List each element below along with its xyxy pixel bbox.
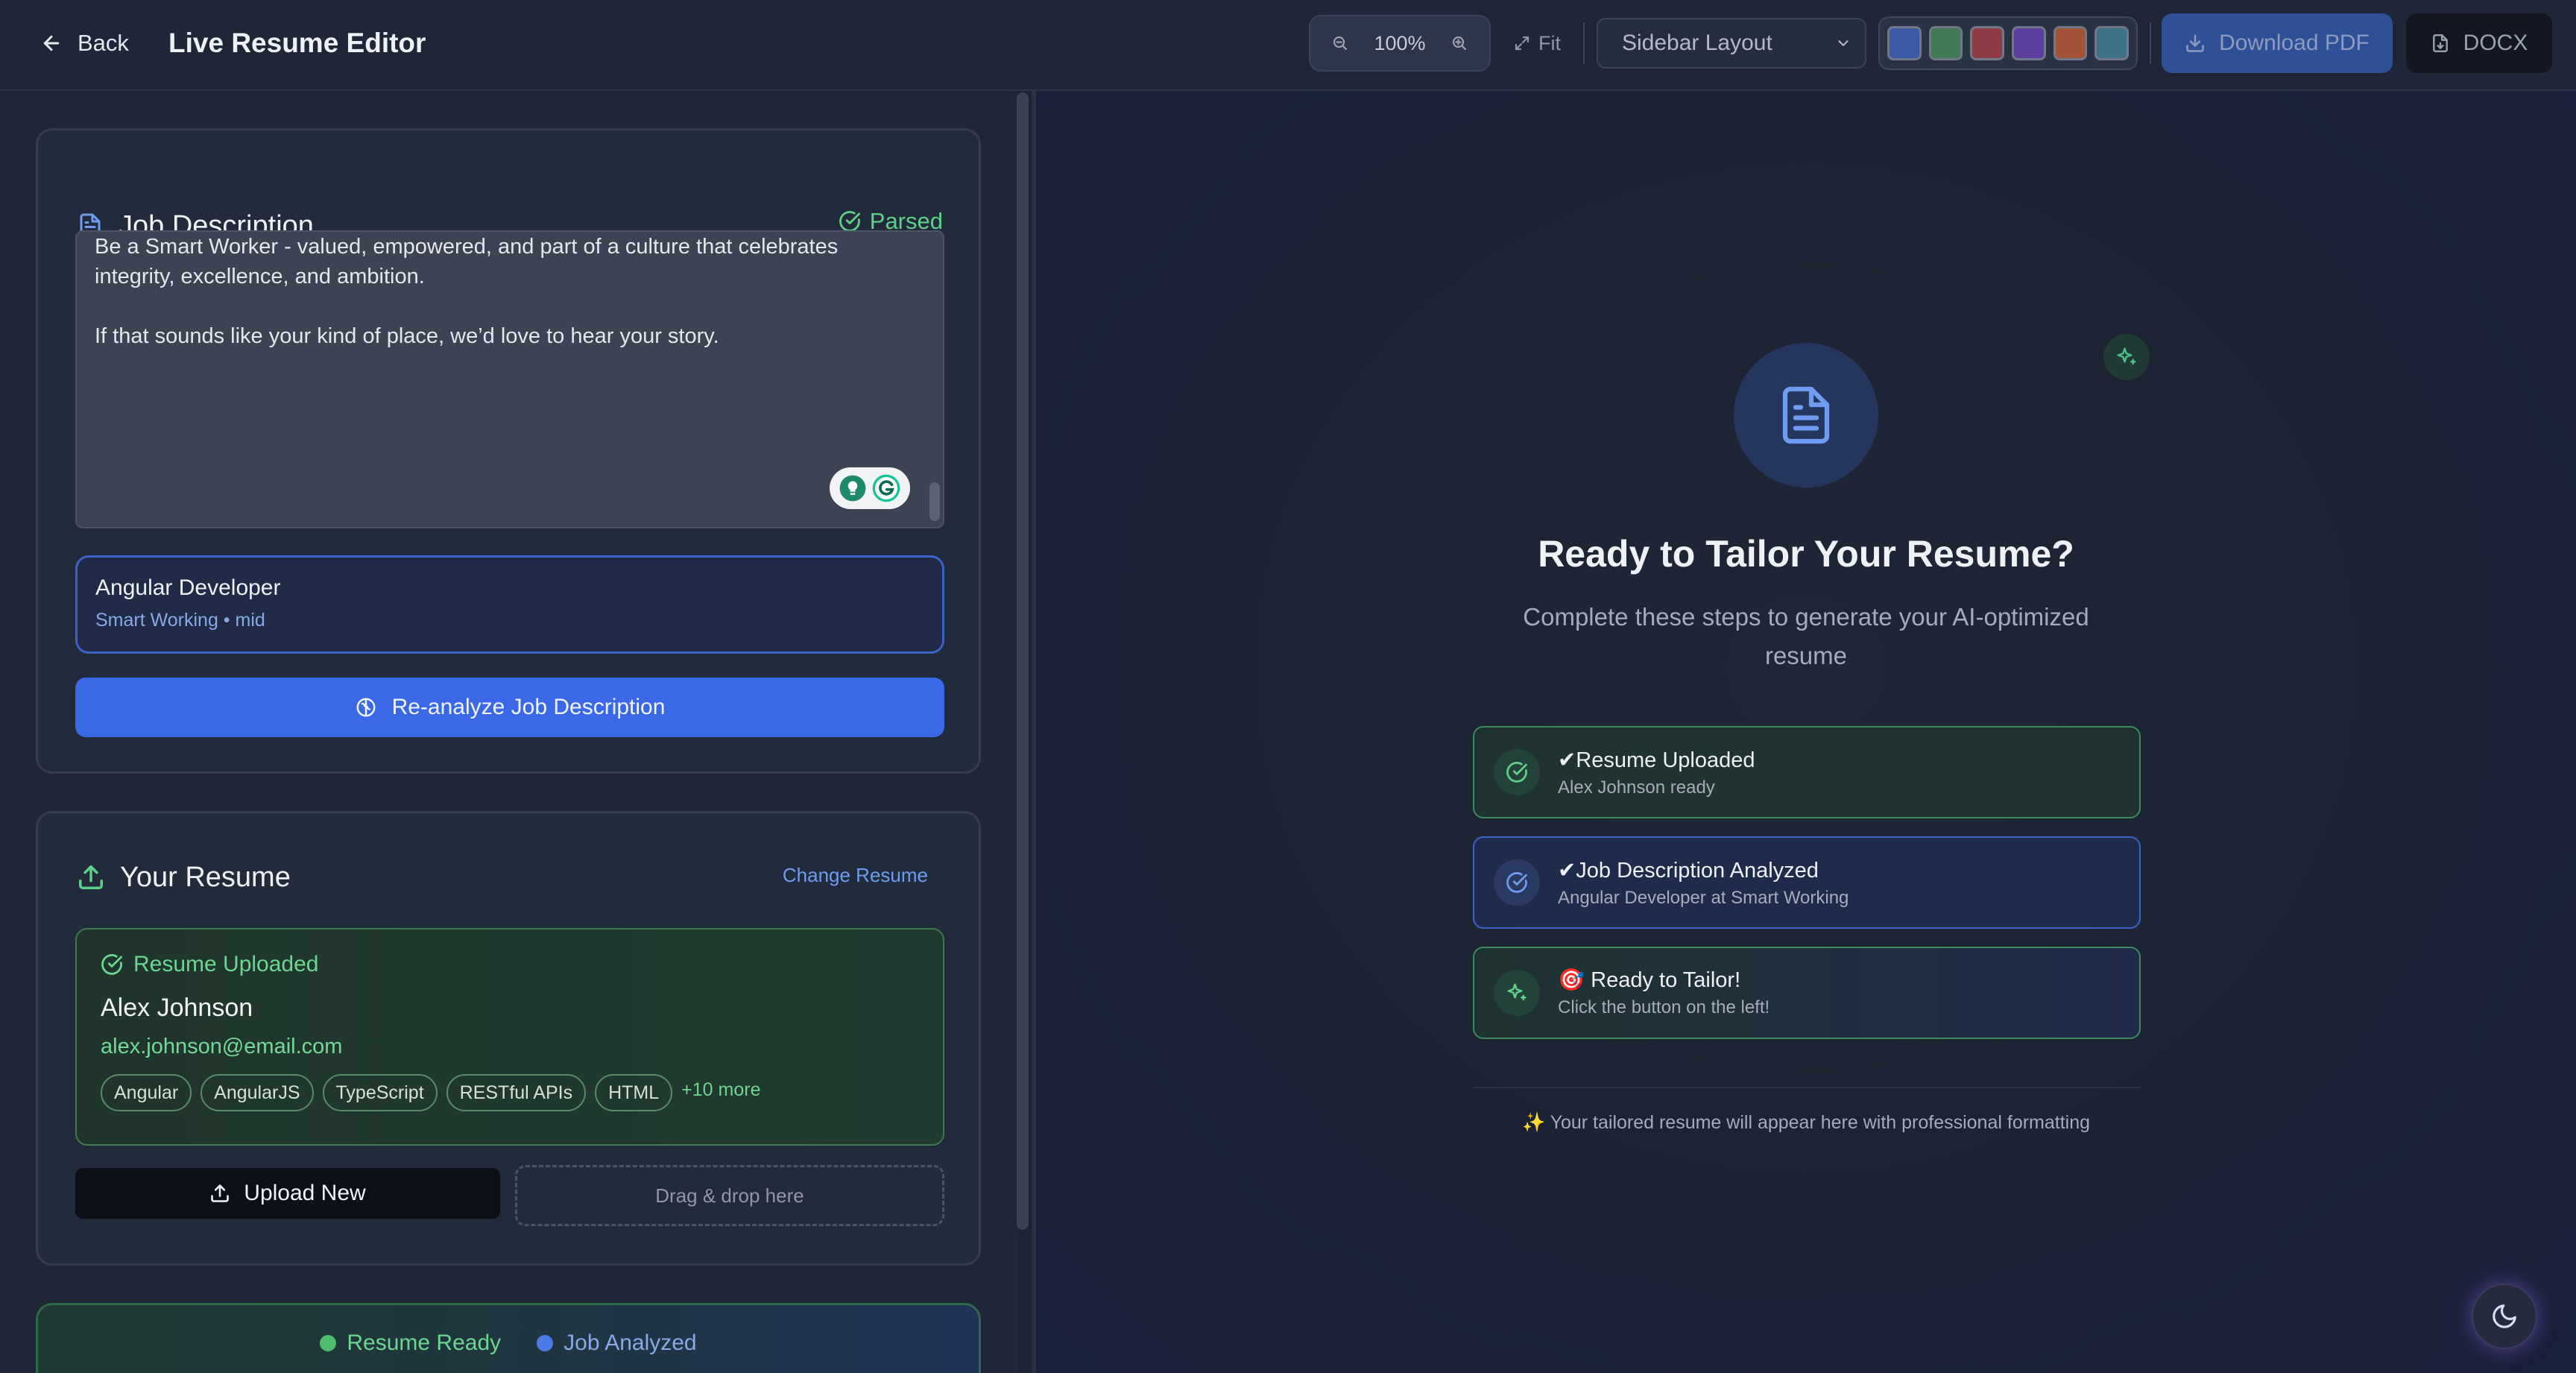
- top-bar: Back Live Resume Editor 100% Fit Sidebar…: [0, 0, 2576, 91]
- skill-chips: Angular AngularJS TypeScript RESTful API…: [101, 1074, 919, 1111]
- card-title: Your Resume: [120, 861, 291, 893]
- status-summary-card: Resume Ready Job Analyzed: [36, 1303, 981, 1373]
- status-row: Resume Ready Job Analyzed: [38, 1331, 979, 1356]
- job-analyzed-label: Job Analyzed: [564, 1331, 697, 1355]
- download-pdf-button[interactable]: Download PDF: [2162, 13, 2393, 73]
- check-circle-icon: [839, 210, 861, 233]
- file-icon: [2431, 34, 2450, 53]
- docx-label: DOCX: [2463, 31, 2528, 55]
- divider: [1473, 1087, 2141, 1088]
- layout-select-value: Sidebar Layout: [1622, 31, 1772, 55]
- step-title: 🎯 Ready to Tailor!: [1558, 968, 1741, 992]
- document-icon: [1734, 343, 1878, 487]
- brain-icon: [355, 696, 377, 719]
- fit-button[interactable]: Fit: [1513, 27, 1561, 60]
- zoom-out-icon[interactable]: [1331, 34, 1349, 52]
- zoom-in-icon[interactable]: [1450, 34, 1468, 52]
- step-ready-to-tailor: 🎯 Ready to Tailor! Click the button on t…: [1473, 947, 2141, 1039]
- upload-new-button[interactable]: Upload New: [75, 1168, 500, 1219]
- docx-button[interactable]: DOCX: [2406, 13, 2552, 73]
- blue-status-dot: [537, 1335, 554, 1351]
- drop-zone-label: Drag & drop here: [655, 1184, 804, 1207]
- editor-panel: Job Description Parsed Be a Smart Worker…: [0, 91, 1018, 1373]
- check-circle-icon: [1494, 859, 1540, 906]
- more-skills-count: +10 more: [681, 1079, 761, 1100]
- sparkle-icon: [1494, 970, 1540, 1016]
- reanalyze-label: Re-analyze Job Description: [391, 695, 666, 719]
- resume-heading: Your Resume: [77, 858, 291, 897]
- candidate-email: alex.johnson@email.com: [101, 1035, 343, 1058]
- uploaded-resume-summary: Resume Uploaded Alex Johnson alex.johnso…: [75, 928, 944, 1146]
- moon-icon: [2490, 1302, 2519, 1331]
- fit-label: Fit: [1538, 31, 1561, 54]
- resume-status: Resume Uploaded: [101, 952, 919, 977]
- preview-title: Ready to Tailor Your Resume?: [1538, 533, 2074, 575]
- lightbulb-icon: [839, 474, 867, 502]
- color-swatch[interactable]: [1970, 26, 2005, 60]
- preview-footnote: ✨ Your tailored resume will appear here …: [1521, 1112, 2091, 1133]
- chevron-down-icon: [1835, 35, 1852, 51]
- green-status-dot: [320, 1335, 337, 1351]
- arrow-left-icon: [40, 32, 63, 54]
- textarea-scrollbar[interactable]: [929, 482, 940, 521]
- skill-chip: Angular: [101, 1074, 192, 1111]
- step-title: ✔Job Description Analyzed: [1558, 858, 1819, 883]
- job-meta: Smart Working • mid: [95, 610, 265, 631]
- grammarly-widget[interactable]: [830, 467, 910, 509]
- check-circle-icon: [1494, 749, 1540, 795]
- theme-toggle-button[interactable]: [2472, 1284, 2537, 1349]
- job-description-card: Job Description Parsed Be a Smart Worker…: [36, 128, 981, 774]
- zoom-level: 100%: [1374, 31, 1426, 54]
- color-swatch[interactable]: [1887, 26, 1922, 60]
- sparkle-icon: [2103, 334, 2150, 380]
- step-resume-uploaded: ✔Resume Uploaded Alex Johnson ready: [1473, 726, 2141, 818]
- step-desc: Click the button on the left!: [1558, 997, 1770, 1017]
- step-job-analyzed: ✔Job Description Analyzed Angular Develo…: [1473, 836, 2141, 929]
- expand-icon: [1513, 34, 1531, 52]
- candidate-name: Alex Johnson: [101, 994, 253, 1022]
- page-title: Live Resume Editor: [168, 28, 426, 58]
- color-swatch[interactable]: [1928, 26, 1963, 60]
- job-title: Angular Developer: [95, 575, 281, 600]
- zoom-controls: 100%: [1309, 15, 1491, 72]
- color-swatches: [1878, 16, 2138, 70]
- job-description-textarea[interactable]: Be a Smart Worker - valued, empowered, a…: [75, 230, 944, 528]
- toolbar-divider: [2150, 22, 2151, 64]
- preview-subtitle: Complete these steps to generate your AI…: [1523, 603, 2089, 669]
- check-circle-icon: [101, 953, 123, 976]
- skill-chip: HTML: [595, 1074, 673, 1111]
- resume-ready-status: Resume Ready: [320, 1331, 501, 1356]
- job-analyzed-status: Job Analyzed: [537, 1331, 697, 1356]
- editor-scrollbar[interactable]: [1017, 92, 1029, 1230]
- skill-chip: AngularJS: [201, 1074, 314, 1111]
- layout-select[interactable]: Sidebar Layout: [1597, 18, 1866, 69]
- back-label: Back: [78, 30, 129, 56]
- upload-new-label: Upload New: [244, 1181, 366, 1205]
- grammarly-icon: [871, 473, 901, 503]
- reanalyze-button[interactable]: Re-analyze Job Description: [75, 678, 944, 737]
- step-title: ✔Resume Uploaded: [1558, 748, 1755, 772]
- job-description-text: Be a Smart Worker - valued, empowered, a…: [95, 235, 839, 348]
- color-swatch[interactable]: [2094, 26, 2130, 60]
- change-resume-link[interactable]: Change Resume: [783, 864, 928, 887]
- drag-drop-zone[interactable]: Drag & drop here: [515, 1165, 944, 1226]
- upload-icon: [209, 1183, 230, 1204]
- skill-chip: TypeScript: [322, 1074, 438, 1111]
- upload-icon: [77, 863, 105, 891]
- resume-status-label: Resume Uploaded: [133, 952, 319, 976]
- download-icon: [2185, 33, 2206, 54]
- resume-card: Your Resume Change Resume Resume Uploade…: [36, 811, 981, 1266]
- back-button[interactable]: Back: [40, 25, 129, 61]
- parsed-job-card[interactable]: Angular Developer Smart Working • mid: [75, 555, 944, 654]
- download-pdf-label: Download PDF: [2219, 31, 2370, 55]
- resume-ready-label: Resume Ready: [347, 1331, 502, 1355]
- step-desc: Alex Johnson ready: [1558, 777, 1715, 798]
- preview-panel: Ready to Tailor Your Resume? Complete th…: [1036, 91, 2576, 1373]
- step-desc: Angular Developer at Smart Working: [1558, 887, 1849, 908]
- toolbar-divider: [1583, 22, 1585, 64]
- skill-chip: RESTful APIs: [446, 1074, 587, 1111]
- color-swatch[interactable]: [2012, 26, 2046, 60]
- color-swatch[interactable]: [2053, 26, 2088, 60]
